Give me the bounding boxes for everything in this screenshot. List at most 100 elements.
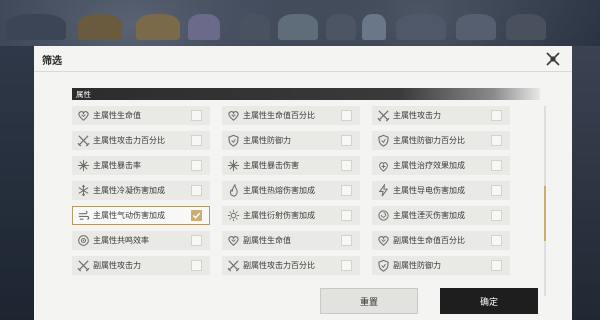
filter-option-label: 副属性防御力	[393, 261, 441, 270]
filter-option-label: 主属性攻击力	[393, 111, 441, 120]
item-slot	[362, 14, 386, 40]
dialog-title: 筛选	[42, 56, 62, 67]
sun-icon	[223, 206, 243, 225]
item-slot	[456, 14, 496, 40]
close-icon	[546, 52, 560, 66]
filter-checkbox[interactable]	[341, 210, 352, 221]
filter-option-label: 主属性治疗效果加成	[393, 161, 465, 170]
filter-option[interactable]: 副属性生命值	[222, 231, 360, 250]
filter-option[interactable]: 主属性防御力百分比	[372, 131, 510, 150]
filter-option[interactable]: 主属性共鸣效率	[72, 231, 210, 250]
filter-checkbox[interactable]	[341, 160, 352, 171]
filter-checkbox[interactable]	[191, 135, 202, 146]
item-slot	[396, 14, 446, 40]
filter-checkbox[interactable]	[491, 110, 502, 121]
filter-dialog: 筛选 属性 主属性生命值 主属性生命值百分比 主属性攻击力主属性攻击力百分比 主属性防…	[34, 46, 572, 320]
flame-icon	[223, 181, 243, 200]
scrollbar[interactable]	[544, 106, 546, 296]
reset-button[interactable]: 重置	[320, 288, 418, 314]
filter-checkbox[interactable]	[191, 160, 202, 171]
filter-option[interactable]: 主属性生命值百分比	[222, 106, 360, 125]
attribute-options-grid: 主属性生命值 主属性生命值百分比 主属性攻击力主属性攻击力百分比 主属性防御力 主属性防…	[72, 106, 540, 275]
filter-option-label: 副属性生命值	[243, 236, 291, 245]
item-slot	[6, 14, 66, 40]
filter-option-label: 主属性热熔伤害加成	[243, 186, 315, 195]
filter-checkbox[interactable]	[191, 110, 202, 121]
filter-checkbox[interactable]	[191, 235, 202, 246]
filter-option-label: 主属性暴击伤害	[243, 161, 299, 170]
filter-option-label: 副属性生命值百分比	[393, 236, 465, 245]
filter-checkbox[interactable]	[491, 160, 502, 171]
lightning-icon	[373, 181, 393, 200]
dialog-header: 筛选	[34, 46, 572, 72]
shield-icon	[223, 131, 243, 150]
filter-option[interactable]: 主属性冷凝伤害加成	[72, 181, 210, 200]
snowflake-icon	[73, 181, 93, 200]
filter-option-label: 副属性攻击力	[93, 261, 141, 270]
item-slot	[136, 14, 180, 40]
crossed-swords-icon	[373, 106, 393, 125]
shield-icon	[373, 131, 393, 150]
filter-option-label: 副属性攻击力百分比	[243, 261, 315, 270]
filter-option[interactable]: 主属性生命值	[72, 106, 210, 125]
filter-checkbox[interactable]	[491, 235, 502, 246]
filter-checkbox[interactable]	[491, 260, 502, 271]
filter-option-label: 主属性生命值百分比	[243, 111, 315, 120]
filter-checkbox[interactable]	[341, 260, 352, 271]
item-slot	[326, 14, 356, 40]
filter-option-label: 主属性气动伤害加成	[93, 211, 165, 220]
filter-checkbox[interactable]	[341, 235, 352, 246]
filter-option[interactable]: 主属性攻击力百分比	[72, 131, 210, 150]
burst-icon	[223, 156, 243, 175]
item-slot	[278, 14, 318, 40]
filter-option[interactable]: 主属性暴击率	[72, 156, 210, 175]
filter-option[interactable]: 副属性攻击力百分比	[222, 256, 360, 275]
filter-option[interactable]: 主属性暴击伤害	[222, 156, 360, 175]
filter-checkbox[interactable]	[191, 210, 202, 221]
filter-option[interactable]: 副属性防御力	[372, 256, 510, 275]
filter-option-label: 主属性暴击率	[93, 161, 141, 170]
filter-option[interactable]: 副属性生命值百分比	[372, 231, 510, 250]
close-button[interactable]	[544, 50, 562, 68]
filter-option[interactable]: 主属性攻击力	[372, 106, 510, 125]
confirm-button[interactable]: 确定	[440, 288, 538, 314]
filter-checkbox[interactable]	[341, 135, 352, 146]
filter-option[interactable]: 主属性防御力	[222, 131, 360, 150]
heart-icon	[223, 106, 243, 125]
filter-option[interactable]: 主属性衍射伤害加成	[222, 206, 360, 225]
filter-option[interactable]: 主属性湮灭伤害加成	[372, 206, 510, 225]
burst-icon	[73, 156, 93, 175]
left-backdrop-strip	[0, 46, 34, 320]
filter-option[interactable]: 主属性热熔伤害加成	[222, 181, 360, 200]
filter-option-label: 主属性衍射伤害加成	[243, 211, 315, 220]
heart-icon	[373, 231, 393, 250]
filter-option-label: 主属性湮灭伤害加成	[393, 211, 465, 220]
item-slot	[506, 14, 546, 40]
filter-checkbox[interactable]	[341, 185, 352, 196]
item-slot	[188, 14, 220, 40]
filter-checkbox[interactable]	[191, 185, 202, 196]
scrollbar-thumb[interactable]	[544, 186, 546, 241]
filter-option-label: 主属性防御力	[243, 136, 291, 145]
filter-option[interactable]: 副属性攻击力	[72, 256, 210, 275]
heal-icon	[373, 156, 393, 175]
filter-option-label: 主属性生命值	[93, 111, 141, 120]
filter-option[interactable]: 主属性治疗效果加成	[372, 156, 510, 175]
item-slot	[240, 14, 270, 40]
heart-icon	[223, 231, 243, 250]
filter-option[interactable]: 主属性气动伤害加成	[72, 206, 210, 225]
shield-icon	[373, 256, 393, 275]
filter-checkbox[interactable]	[491, 210, 502, 221]
crossed-swords-icon	[73, 256, 93, 275]
section-header: 属性	[72, 88, 540, 100]
filter-checkbox[interactable]	[191, 260, 202, 271]
filter-checkbox[interactable]	[341, 110, 352, 121]
top-inventory-strip	[0, 0, 600, 46]
filter-checkbox[interactable]	[491, 135, 502, 146]
filter-checkbox[interactable]	[491, 185, 502, 196]
crossed-swords-icon	[223, 256, 243, 275]
filter-option[interactable]: 主属性导电伤害加成	[372, 181, 510, 200]
section-label: 属性	[76, 90, 91, 99]
item-slot	[78, 14, 122, 40]
filter-option-label: 主属性导电伤害加成	[393, 186, 465, 195]
